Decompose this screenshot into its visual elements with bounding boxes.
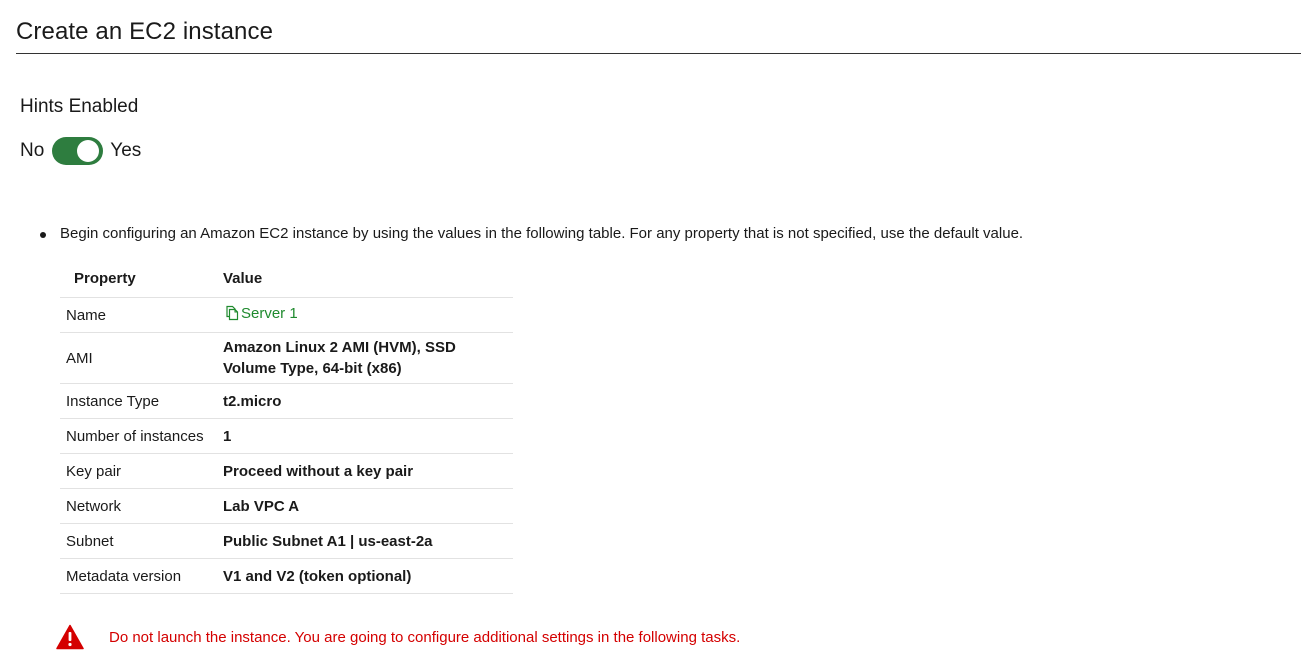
warning-text: Do not launch the instance. You are goin…: [109, 628, 741, 646]
warning-triangle-icon: [56, 624, 84, 650]
table-row: Name Server 1: [60, 297, 513, 333]
instruction-list-item: Begin configuring an Amazon EC2 instance…: [40, 225, 1023, 242]
table-row: Number of instances 1: [60, 418, 513, 454]
toggle-no-label: No: [20, 140, 45, 161]
copy-icon: [226, 306, 239, 321]
bullet-icon: [40, 232, 46, 238]
hints-toggle-switch[interactable]: [52, 137, 104, 165]
toggle-yes-label: Yes: [110, 140, 142, 161]
table-header-row: Property Value: [60, 263, 513, 298]
table-row: AMI Amazon Linux 2 AMI (HVM), SSD Volume…: [60, 332, 513, 384]
property-cell: Name: [60, 297, 217, 333]
table-row: Instance Type t2.micro: [60, 383, 513, 419]
hints-toggle-row: No Yes: [20, 136, 141, 166]
property-cell: AMI: [60, 332, 217, 384]
value-cell: Amazon Linux 2 AMI (HVM), SSD Volume Typ…: [217, 332, 513, 384]
property-cell: Network: [60, 488, 217, 524]
value-cell: t2.micro: [217, 383, 513, 419]
value-cell: V1 and V2 (token optional): [217, 558, 513, 594]
page: Create an EC2 instance Hints Enabled No …: [0, 0, 1301, 661]
value-cell: Server 1: [217, 297, 513, 333]
header-property: Property: [60, 263, 217, 298]
instruction-text: Begin configuring an Amazon EC2 instance…: [60, 225, 1024, 242]
property-cell: Metadata version: [60, 558, 217, 594]
hints-enabled-label: Hints Enabled: [20, 96, 139, 117]
table-row: Metadata version V1 and V2 (token option…: [60, 558, 513, 594]
title-divider: [16, 53, 1301, 54]
properties-table: Property Value Name Server 1 AMI Amazon …: [60, 263, 513, 594]
property-cell: Number of instances: [60, 418, 217, 454]
toggle-knob: [77, 140, 100, 162]
value-cell: 1: [217, 418, 513, 454]
copy-value-text: Server 1: [241, 304, 298, 322]
warning-alert: Do not launch the instance. You are goin…: [56, 624, 740, 650]
header-value: Value: [217, 263, 513, 298]
copy-name-link[interactable]: Server 1: [223, 305, 298, 322]
table-row: Subnet Public Subnet A1 | us-east-2a: [60, 523, 513, 559]
value-cell: Lab VPC A: [217, 488, 513, 524]
table-row: Network Lab VPC A: [60, 488, 513, 524]
page-title: Create an EC2 instance: [16, 18, 274, 45]
property-cell: Key pair: [60, 453, 217, 489]
value-cell: Proceed without a key pair: [217, 453, 513, 489]
property-cell: Instance Type: [60, 383, 217, 419]
property-cell: Subnet: [60, 523, 217, 559]
table-row: Key pair Proceed without a key pair: [60, 453, 513, 489]
value-cell: Public Subnet A1 | us-east-2a: [217, 523, 513, 559]
